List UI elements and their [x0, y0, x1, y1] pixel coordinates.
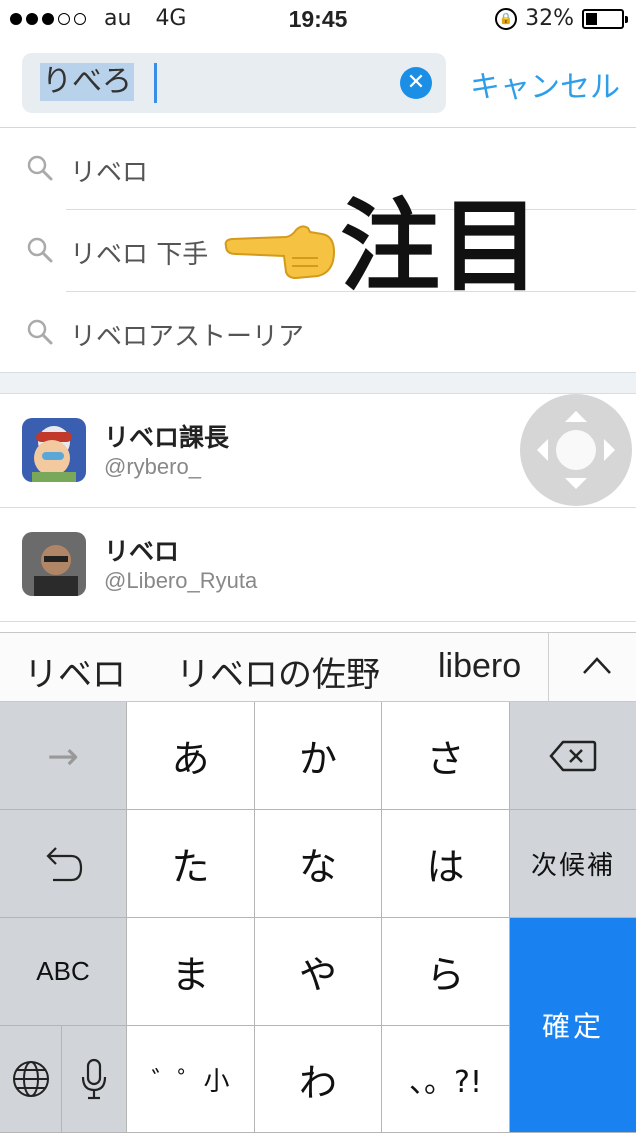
key[interactable]: ま: [127, 918, 255, 1026]
search-icon: [27, 319, 53, 345]
search-icon: [27, 237, 53, 263]
battery-percent: 32%: [525, 6, 574, 31]
key[interactable]: は: [382, 810, 510, 918]
status-bar: au 4G 19:45 🔒 32%: [0, 0, 636, 40]
avatar: [22, 418, 86, 482]
rotation-lock-icon: 🔒: [495, 7, 518, 30]
globe-key[interactable]: [0, 1026, 62, 1133]
key[interactable]: あ: [127, 702, 255, 810]
globe-icon: [12, 1061, 49, 1097]
key[interactable]: た: [127, 810, 255, 918]
dictation-key[interactable]: [62, 1026, 127, 1133]
annotation-text: 注目: [340, 188, 540, 305]
avatar: [22, 532, 86, 596]
key[interactable]: わ: [255, 1026, 382, 1133]
punctuation-key[interactable]: 、。?!: [382, 1026, 510, 1133]
user-result[interactable]: リベロ @Libero_Ryuta: [0, 508, 636, 622]
key[interactable]: ら: [382, 918, 510, 1026]
suggestion-label: リベロアストーリア: [70, 322, 305, 352]
next-candidate-key[interactable]: 次候補: [510, 810, 636, 918]
search-query: りべろ: [40, 63, 134, 101]
search-icon: [27, 155, 53, 181]
keyboard: → あ か さ た な は 次候補 ABC ま や ら 確定 ゛゜小 わ 、。?…: [0, 702, 636, 1133]
user-name: リベロ課長: [104, 423, 230, 452]
key[interactable]: か: [255, 702, 382, 810]
clear-icon[interactable]: ✕: [400, 67, 432, 99]
user-name: リベロ: [104, 537, 180, 566]
suggestion-label: リベロ: [70, 158, 149, 188]
user-handle: @Libero_Ryuta: [104, 568, 258, 593]
chevron-up-icon[interactable]: [580, 651, 614, 681]
user-handle: @rybero_: [104, 454, 201, 479]
delete-key[interactable]: [510, 702, 636, 810]
candidate-item[interactable]: リベロの佐野: [176, 647, 380, 696]
abc-key[interactable]: ABC: [0, 918, 127, 1026]
section-divider: [0, 372, 636, 394]
key-arrow[interactable]: →: [0, 702, 127, 810]
microphone-icon: [81, 1058, 107, 1100]
pointing-hand-icon: [224, 225, 336, 280]
undo-icon: [46, 846, 83, 881]
candidate-bar: リベロ リベロの佐野 libero: [0, 632, 636, 702]
key[interactable]: や: [255, 918, 382, 1026]
candidate-item[interactable]: libero: [438, 647, 521, 686]
undo-key[interactable]: [0, 810, 127, 918]
battery-icon: [582, 8, 628, 29]
text-caret: [154, 63, 157, 103]
search-header: りべろ ✕ キャンセル: [0, 40, 636, 128]
suggestion-label: リベロ 下手: [70, 240, 209, 270]
confirm-button[interactable]: 確定: [510, 918, 636, 1133]
suggestion-item[interactable]: リベロ: [0, 128, 636, 210]
cancel-button[interactable]: キャンセル: [470, 62, 620, 106]
suggestion-item[interactable]: リベロアストーリア: [0, 292, 636, 374]
key[interactable]: な: [255, 810, 382, 918]
key[interactable]: さ: [382, 702, 510, 810]
backspace-icon: [549, 740, 597, 771]
candidate-item[interactable]: リベロ: [24, 647, 126, 696]
assistive-touch-button[interactable]: [520, 394, 632, 506]
search-input[interactable]: りべろ ✕: [22, 53, 446, 113]
dakuten-key[interactable]: ゛゜小: [127, 1026, 255, 1133]
